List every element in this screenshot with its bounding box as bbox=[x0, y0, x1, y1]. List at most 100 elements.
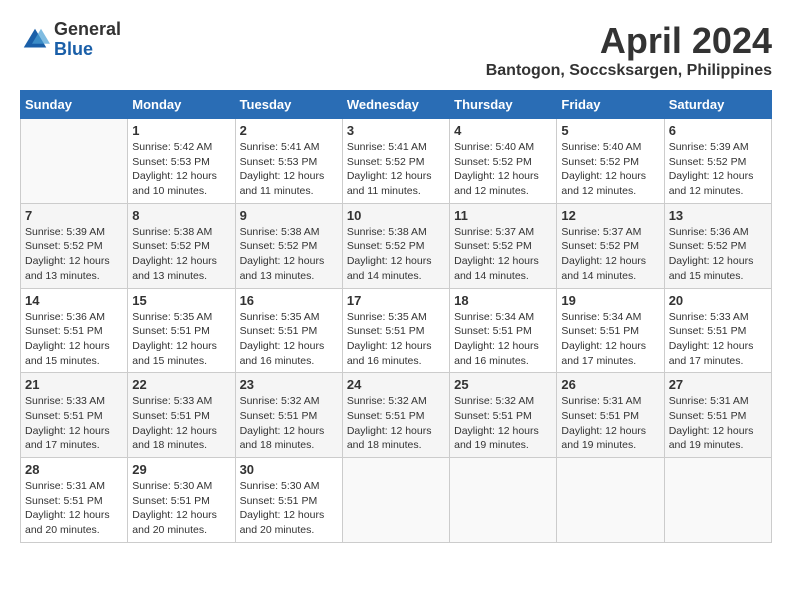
header-cell-wednesday: Wednesday bbox=[342, 91, 449, 119]
day-number: 20 bbox=[669, 293, 767, 308]
day-info: Sunrise: 5:40 AMSunset: 5:52 PMDaylight:… bbox=[561, 140, 659, 199]
calendar-cell: 1 Sunrise: 5:42 AMSunset: 5:53 PMDaylight… bbox=[128, 119, 235, 204]
calendar-header: SundayMondayTuesdayWednesdayThursdayFrid… bbox=[21, 91, 772, 119]
calendar-cell: 30 Sunrise: 5:30 AMSunset: 5:51 PMDayligh… bbox=[235, 458, 342, 543]
day-number: 30 bbox=[240, 462, 338, 477]
calendar-table: SundayMondayTuesdayWednesdayThursdayFrid… bbox=[20, 90, 772, 543]
calendar-cell: 6 Sunrise: 5:39 AMSunset: 5:52 PMDaylight… bbox=[664, 119, 771, 204]
day-info: Sunrise: 5:31 AMSunset: 5:51 PMDaylight:… bbox=[25, 479, 123, 538]
day-info: Sunrise: 5:35 AMSunset: 5:51 PMDaylight:… bbox=[347, 310, 445, 369]
calendar-cell: 28Sunrise: 5:31 AMSunset: 5:51 PMDayligh… bbox=[21, 458, 128, 543]
day-info: Sunrise: 5:31 AMSunset: 5:51 PMDaylight:… bbox=[561, 394, 659, 453]
day-info: Sunrise: 5:38 AMSunset: 5:52 PMDaylight:… bbox=[347, 225, 445, 284]
header-cell-thursday: Thursday bbox=[450, 91, 557, 119]
header-row: SundayMondayTuesdayWednesdayThursdayFrid… bbox=[21, 91, 772, 119]
calendar-week-row: 1 Sunrise: 5:42 AMSunset: 5:53 PMDaylight… bbox=[21, 119, 772, 204]
day-info: Sunrise: 5:37 AMSunset: 5:52 PMDaylight:… bbox=[561, 225, 659, 284]
day-info: Sunrise: 5:39 AMSunset: 5:52 PMDaylight:… bbox=[25, 225, 123, 284]
calendar-cell: 29 Sunrise: 5:30 AMSunset: 5:51 PMDayligh… bbox=[128, 458, 235, 543]
calendar-cell: 24Sunrise: 5:32 AMSunset: 5:51 PMDayligh… bbox=[342, 373, 449, 458]
day-number: 3 bbox=[347, 123, 445, 138]
day-info: Sunrise: 5:38 AMSunset: 5:52 PMDaylight:… bbox=[240, 225, 338, 284]
day-number: 11 bbox=[454, 208, 552, 223]
day-number: 18 bbox=[454, 293, 552, 308]
day-number: 4 bbox=[454, 123, 552, 138]
day-info: Sunrise: 5:41 AMSunset: 5:53 PMDaylight:… bbox=[240, 140, 338, 199]
day-number: 29 bbox=[132, 462, 230, 477]
header: General Blue April 2024 Bantogon, Soccsk… bbox=[20, 20, 772, 80]
calendar-cell: 5Sunrise: 5:40 AMSunset: 5:52 PMDaylight… bbox=[557, 119, 664, 204]
day-info: Sunrise: 5:36 AMSunset: 5:52 PMDaylight:… bbox=[669, 225, 767, 284]
calendar-cell: 23Sunrise: 5:32 AMSunset: 5:51 PMDayligh… bbox=[235, 373, 342, 458]
day-info: Sunrise: 5:37 AMSunset: 5:52 PMDaylight:… bbox=[454, 225, 552, 284]
header-cell-saturday: Saturday bbox=[664, 91, 771, 119]
day-info: Sunrise: 5:32 AMSunset: 5:51 PMDaylight:… bbox=[240, 394, 338, 453]
day-number: 13 bbox=[669, 208, 767, 223]
day-number: 8 bbox=[132, 208, 230, 223]
logo: General Blue bbox=[20, 20, 121, 60]
calendar-cell: 4Sunrise: 5:40 AMSunset: 5:52 PMDaylight… bbox=[450, 119, 557, 204]
calendar-cell: 19Sunrise: 5:34 AMSunset: 5:51 PMDayligh… bbox=[557, 288, 664, 373]
header-cell-friday: Friday bbox=[557, 91, 664, 119]
calendar-cell: 26Sunrise: 5:31 AMSunset: 5:51 PMDayligh… bbox=[557, 373, 664, 458]
calendar-cell bbox=[21, 119, 128, 204]
day-number: 6 bbox=[669, 123, 767, 138]
calendar-cell: 21 Sunrise: 5:33 AMSunset: 5:51 PMDayligh… bbox=[21, 373, 128, 458]
day-info: Sunrise: 5:42 AMSunset: 5:53 PMDaylight:… bbox=[132, 140, 230, 199]
day-info: Sunrise: 5:39 AMSunset: 5:52 PMDaylight:… bbox=[669, 140, 767, 199]
day-info: Sunrise: 5:34 AMSunset: 5:51 PMDaylight:… bbox=[561, 310, 659, 369]
calendar-cell: 22 Sunrise: 5:33 AMSunset: 5:51 PMDayligh… bbox=[128, 373, 235, 458]
day-info: Sunrise: 5:32 AMSunset: 5:51 PMDaylight:… bbox=[454, 394, 552, 453]
calendar-cell: 8 Sunrise: 5:38 AMSunset: 5:52 PMDaylight… bbox=[128, 203, 235, 288]
day-number: 21 bbox=[25, 377, 123, 392]
calendar-cell: 10Sunrise: 5:38 AMSunset: 5:52 PMDayligh… bbox=[342, 203, 449, 288]
calendar-cell: 11 Sunrise: 5:37 AMSunset: 5:52 PMDayligh… bbox=[450, 203, 557, 288]
day-info: Sunrise: 5:31 AMSunset: 5:51 PMDaylight:… bbox=[669, 394, 767, 453]
location-title: Bantogon, Soccsksargen, Philippines bbox=[486, 62, 772, 80]
day-info: Sunrise: 5:33 AMSunset: 5:51 PMDaylight:… bbox=[25, 394, 123, 453]
calendar-cell: 9 Sunrise: 5:38 AMSunset: 5:52 PMDaylight… bbox=[235, 203, 342, 288]
day-number: 7 bbox=[25, 208, 123, 223]
day-number: 22 bbox=[132, 377, 230, 392]
calendar-cell: 14 Sunrise: 5:36 AMSunset: 5:51 PMDayligh… bbox=[21, 288, 128, 373]
day-info: Sunrise: 5:35 AMSunset: 5:51 PMDaylight:… bbox=[132, 310, 230, 369]
calendar-cell: 17 Sunrise: 5:35 AMSunset: 5:51 PMDayligh… bbox=[342, 288, 449, 373]
day-number: 12 bbox=[561, 208, 659, 223]
header-cell-sunday: Sunday bbox=[21, 91, 128, 119]
day-number: 27 bbox=[669, 377, 767, 392]
calendar-body: 1 Sunrise: 5:42 AMSunset: 5:53 PMDaylight… bbox=[21, 119, 772, 543]
calendar-cell: 13 Sunrise: 5:36 AMSunset: 5:52 PMDayligh… bbox=[664, 203, 771, 288]
calendar-cell bbox=[450, 458, 557, 543]
logo-blue: Blue bbox=[54, 40, 121, 60]
day-number: 17 bbox=[347, 293, 445, 308]
day-info: Sunrise: 5:34 AMSunset: 5:51 PMDaylight:… bbox=[454, 310, 552, 369]
day-info: Sunrise: 5:38 AMSunset: 5:52 PMDaylight:… bbox=[132, 225, 230, 284]
calendar-cell: 27 Sunrise: 5:31 AMSunset: 5:51 PMDayligh… bbox=[664, 373, 771, 458]
calendar-cell bbox=[342, 458, 449, 543]
day-info: Sunrise: 5:33 AMSunset: 5:51 PMDaylight:… bbox=[132, 394, 230, 453]
logo-general: General bbox=[54, 20, 121, 40]
day-number: 14 bbox=[25, 293, 123, 308]
calendar-cell: 18 Sunrise: 5:34 AMSunset: 5:51 PMDayligh… bbox=[450, 288, 557, 373]
day-info: Sunrise: 5:36 AMSunset: 5:51 PMDaylight:… bbox=[25, 310, 123, 369]
calendar-week-row: 28Sunrise: 5:31 AMSunset: 5:51 PMDayligh… bbox=[21, 458, 772, 543]
day-info: Sunrise: 5:30 AMSunset: 5:51 PMDaylight:… bbox=[132, 479, 230, 538]
day-number: 9 bbox=[240, 208, 338, 223]
calendar-cell bbox=[557, 458, 664, 543]
header-cell-tuesday: Tuesday bbox=[235, 91, 342, 119]
logo-text: General Blue bbox=[54, 20, 121, 60]
calendar-cell: 2 Sunrise: 5:41 AMSunset: 5:53 PMDaylight… bbox=[235, 119, 342, 204]
day-number: 1 bbox=[132, 123, 230, 138]
day-number: 24 bbox=[347, 377, 445, 392]
calendar-cell bbox=[664, 458, 771, 543]
month-year-title: April 2024 bbox=[486, 20, 772, 62]
day-number: 16 bbox=[240, 293, 338, 308]
day-number: 2 bbox=[240, 123, 338, 138]
calendar-cell: 3Sunrise: 5:41 AMSunset: 5:52 PMDaylight… bbox=[342, 119, 449, 204]
calendar-cell: 12 Sunrise: 5:37 AMSunset: 5:52 PMDayligh… bbox=[557, 203, 664, 288]
title-section: April 2024 Bantogon, Soccsksargen, Phili… bbox=[486, 20, 772, 80]
calendar-week-row: 14 Sunrise: 5:36 AMSunset: 5:51 PMDayligh… bbox=[21, 288, 772, 373]
calendar-week-row: 7 Sunrise: 5:39 AMSunset: 5:52 PMDaylight… bbox=[21, 203, 772, 288]
calendar-cell: 20Sunrise: 5:33 AMSunset: 5:51 PMDayligh… bbox=[664, 288, 771, 373]
day-info: Sunrise: 5:30 AMSunset: 5:51 PMDaylight:… bbox=[240, 479, 338, 538]
